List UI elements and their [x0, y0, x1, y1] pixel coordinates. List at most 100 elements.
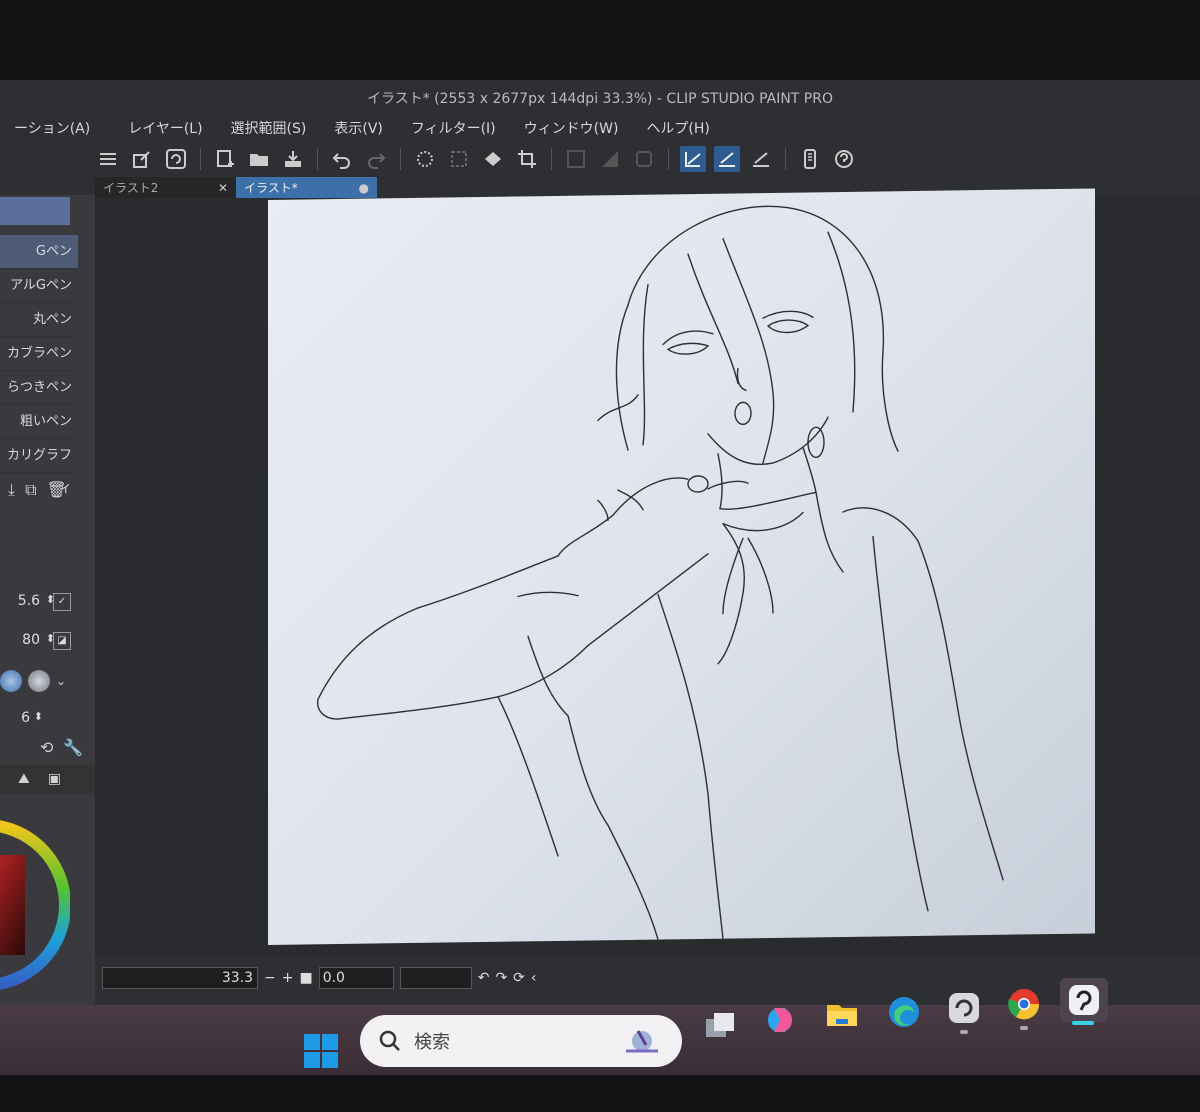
brush-item[interactable]: 粗いペン: [0, 405, 78, 439]
clip-studio-paint-icon[interactable]: [1060, 978, 1108, 1022]
toolbar-divider: [317, 148, 318, 170]
unsaved-dot-icon[interactable]: ●: [359, 177, 369, 199]
fit-icon[interactable]: ■: [299, 970, 312, 986]
brush-item[interactable]: カブラペン: [0, 337, 78, 371]
hamburger-menu-icon[interactable]: [95, 146, 121, 172]
pressure-icon[interactable]: ✓: [53, 593, 71, 611]
stabilization-row: 6 ⬍: [0, 710, 95, 740]
tab-label: イラスト2: [103, 181, 159, 195]
copilot-icon[interactable]: [760, 1000, 800, 1040]
search-placeholder: 検索: [414, 1032, 450, 1053]
menu-animation[interactable]: ーション(A): [0, 112, 104, 140]
aa-option-icon[interactable]: [0, 670, 22, 692]
fill-icon[interactable]: [480, 146, 506, 172]
brush-item[interactable]: らつきペン: [0, 371, 78, 405]
snap-ruler-icon[interactable]: [680, 146, 706, 172]
duplicate-icon[interactable]: ⧉: [25, 480, 36, 500]
opacity-value[interactable]: 80: [22, 632, 40, 648]
undo-icon[interactable]: [329, 146, 355, 172]
clear-icon[interactable]: [412, 146, 438, 172]
rotate-left-icon[interactable]: ↶: [478, 970, 490, 986]
clip-studio-icon[interactable]: [944, 988, 984, 1028]
redo-icon[interactable]: [363, 146, 389, 172]
menu-help[interactable]: ヘルプ(H): [632, 112, 723, 140]
new-file-icon[interactable]: [212, 146, 238, 172]
chevron-down-icon[interactable]: ⌄: [56, 674, 66, 688]
wrench-icon[interactable]: 🔧: [63, 738, 83, 757]
reset-rotation-icon[interactable]: ⟳: [513, 970, 525, 986]
help-icon[interactable]: [831, 146, 857, 172]
taskbar-search[interactable]: 検索: [360, 1015, 682, 1067]
open-folder-icon[interactable]: [246, 146, 272, 172]
import-icon[interactable]: ⤓: [8, 480, 15, 500]
close-icon[interactable]: ✕: [218, 177, 228, 199]
status-bar: 33.3 − + ■ 0.0 ↶ ↷ ⟳ ‹: [102, 965, 602, 991]
zoom-field[interactable]: 33.3: [102, 967, 258, 989]
running-indicator: [1020, 1026, 1028, 1030]
menu-bar: ーション(A) レイヤー(L) 選択範囲(S) 表示(V) フィルター(I) ウ…: [0, 112, 1200, 140]
reset-icon[interactable]: ⟲: [40, 738, 53, 757]
brush-size-row: 5.6 ⬍ ✓: [0, 593, 95, 623]
menu-window[interactable]: ウィンドウ(W): [510, 112, 633, 140]
search-highlight-icon: [626, 1030, 658, 1053]
edge-icon[interactable]: [884, 992, 924, 1032]
stabilization-value[interactable]: 6: [21, 710, 30, 726]
brush-item[interactable]: 丸ペン: [0, 303, 78, 337]
snap-special-ruler-icon[interactable]: [714, 146, 740, 172]
tab-illust-active[interactable]: イラスト* ●: [236, 177, 377, 199]
rotation-slider[interactable]: [399, 967, 472, 989]
opacity-link-icon[interactable]: ◪: [53, 632, 71, 650]
tab-label: イラスト*: [244, 181, 298, 195]
menu-filter[interactable]: フィルター(I): [397, 112, 510, 140]
menu-layer[interactable]: レイヤー(L): [114, 112, 216, 140]
opacity-row: 80 ⬍ ◪: [0, 632, 95, 662]
edit-icon[interactable]: [129, 146, 155, 172]
chrome-icon[interactable]: [1004, 984, 1044, 1024]
rotate-right-icon[interactable]: ↷: [495, 970, 507, 986]
brush-size-value[interactable]: 5.6: [18, 593, 40, 609]
toolbar-divider: [400, 148, 401, 170]
save-icon[interactable]: [280, 146, 306, 172]
line-art-illustration: [316, 205, 1004, 941]
brush-item[interactable]: カリグラフィ: [0, 439, 78, 496]
windows-start-icon[interactable]: [303, 1033, 339, 1069]
window-title: イラスト* (2553 x 2677px 144dpi 33.3%) - CLI…: [367, 91, 833, 107]
crop-icon[interactable]: [514, 146, 540, 172]
search-icon: [379, 1030, 400, 1051]
command-bar: [95, 142, 895, 176]
zoom-out-button[interactable]: −: [264, 970, 276, 986]
menu-view[interactable]: 表示(V): [320, 112, 397, 140]
tone-icon[interactable]: [631, 146, 657, 172]
drawing-canvas[interactable]: [268, 188, 1095, 945]
zoom-in-button[interactable]: +: [282, 970, 294, 986]
selection-icon[interactable]: [446, 146, 472, 172]
snap-grid-icon[interactable]: [748, 146, 774, 172]
trash-icon[interactable]: 🗑: [47, 480, 67, 500]
tab-illust2[interactable]: イラスト2 ✕: [95, 177, 236, 199]
layout-icon[interactable]: ▣: [48, 771, 61, 787]
spinner-icon[interactable]: ⬍: [34, 710, 43, 723]
monitor-bezel: [0, 0, 1200, 82]
chevron-left-icon[interactable]: ‹: [531, 970, 537, 986]
tool-settings-actions: ⟲ 🔧: [40, 738, 83, 757]
brush-item[interactable]: Gペン: [0, 235, 78, 269]
brush-item[interactable]: アルGペン: [0, 269, 78, 303]
rotation-field[interactable]: 0.0: [318, 967, 394, 989]
sub-tool-header: [0, 197, 70, 225]
clip-studio-icon[interactable]: [163, 146, 189, 172]
running-indicator: [960, 1030, 968, 1034]
aa-option-icon[interactable]: [28, 670, 50, 692]
task-view-icon[interactable]: [700, 1005, 740, 1045]
menu-selection[interactable]: 選択範囲(S): [217, 112, 321, 140]
gradient-icon[interactable]: [597, 146, 623, 172]
brush-actions: ⤓ ⧉ 🗑: [8, 480, 67, 500]
toolbar-divider: [668, 148, 669, 170]
smartphone-icon[interactable]: [797, 146, 823, 172]
document-tabs: イラスト2 ✕ イラスト* ●: [95, 177, 377, 199]
toolbar-divider: [785, 148, 786, 170]
anti-alias-row: ⌄: [0, 668, 95, 694]
transform-icon[interactable]: [563, 146, 589, 172]
mountain-icon[interactable]: ⛰: [18, 771, 30, 787]
file-explorer-icon[interactable]: [822, 995, 862, 1035]
color-wheel[interactable]: [0, 810, 70, 1000]
